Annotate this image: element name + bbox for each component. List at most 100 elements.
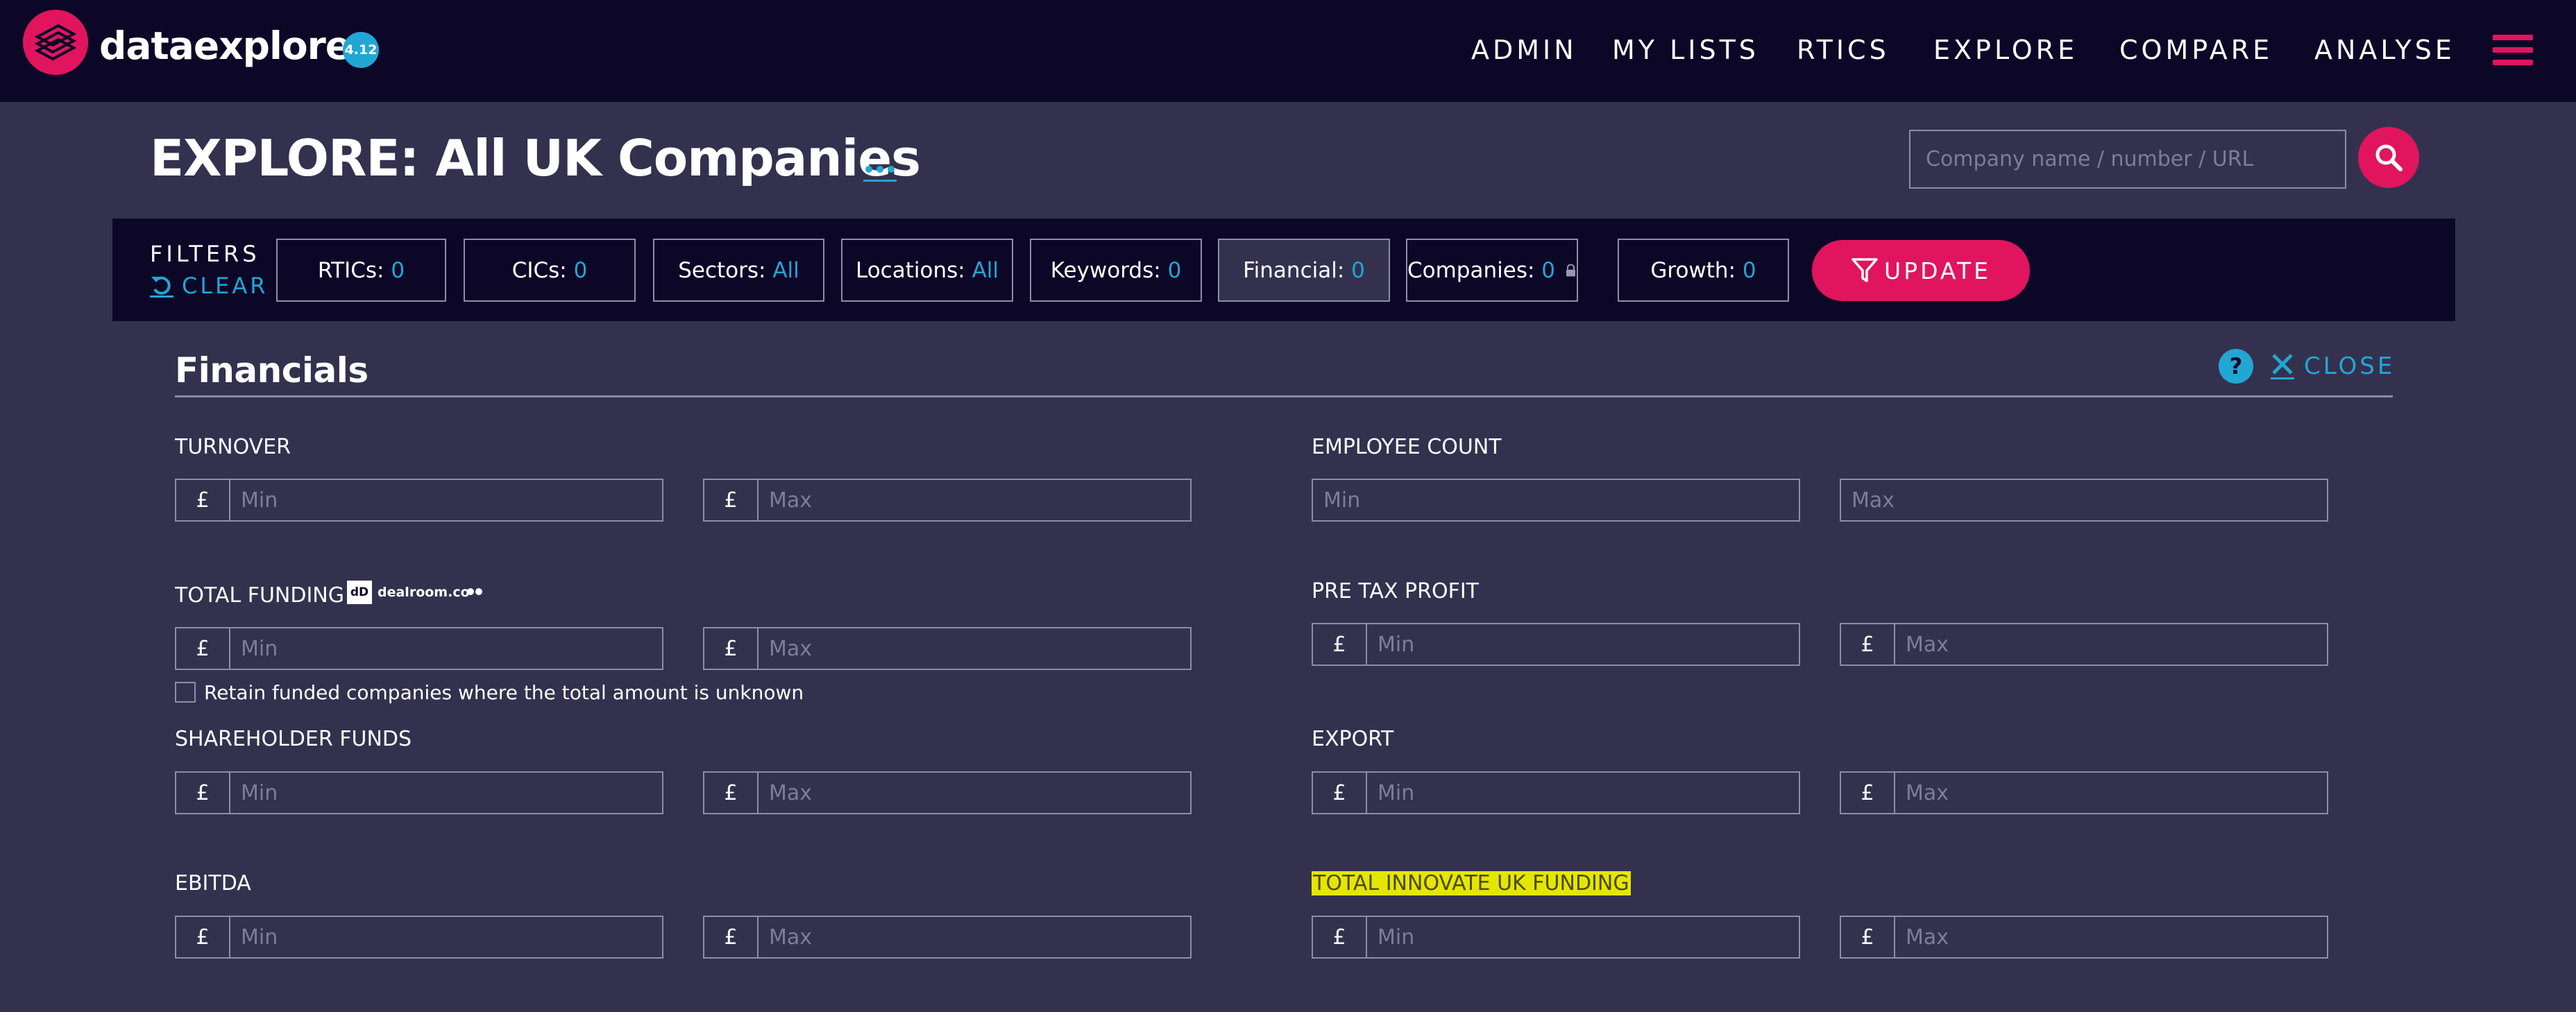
pre-tax-profit-min-input[interactable] [1367,624,1799,664]
clear-filters-link[interactable]: CLEAR [150,272,269,300]
filter-chip-companies[interactable]: Companies: 0 [1406,239,1578,302]
total-funding-max-input[interactable] [759,628,1190,669]
total-funding-min-field[interactable]: £ [175,627,663,670]
currency-prefix: £ [704,773,759,813]
chip-value: All [772,257,799,283]
nav-item-admin[interactable]: ADMIN [1471,35,1577,65]
pre-tax-profit-max-input[interactable] [1895,624,2327,664]
chip-label: Keywords: [1050,257,1161,283]
currency-prefix: £ [1841,624,1895,664]
company-search-input[interactable] [1909,130,2346,189]
update-label: UPDATE [1884,257,1991,284]
dataexplorer-logo-icon[interactable] [22,9,89,76]
chip-value: 0 [1541,257,1556,283]
filter-chip-cics[interactable]: CICs: 0 [464,239,636,302]
turnover-min-input[interactable] [230,480,662,520]
currency-prefix: £ [1313,773,1367,813]
top-navigation-bar: dataexplorer 4.12 ADMIN MY LISTS RTICS E… [0,0,2576,102]
employee-count-min-input[interactable] [1313,480,1799,520]
hamburger-icon[interactable] [2493,35,2533,65]
ellipsis-icon[interactable] [863,155,897,183]
filter-chip-financial[interactable]: Financial: 0 [1218,239,1390,302]
update-button[interactable]: UPDATE [1812,240,2030,301]
innovate-uk-funding-max-input[interactable] [1895,917,2327,957]
currency-prefix: £ [1313,917,1367,957]
turnover-max-input[interactable] [759,480,1190,520]
currency-prefix: £ [704,917,759,957]
version-badge: 4.12 [343,32,379,68]
filter-chip-keywords[interactable]: Keywords: 0 [1030,239,1202,302]
export-max-field[interactable]: £ [1840,771,2328,814]
pre-tax-profit-label: PRE TAX PROFIT [1312,579,1480,603]
close-label: CLOSE [2304,352,2396,380]
employee-count-max-field[interactable] [1840,479,2328,522]
filter-chip-growth[interactable]: Growth: 0 [1618,239,1789,302]
currency-prefix: £ [176,917,230,957]
export-min-field[interactable]: £ [1312,771,1800,814]
turnover-label: TURNOVER [175,435,291,459]
retain-funded-checkbox[interactable] [175,682,196,703]
ebitda-max-field[interactable]: £ [703,916,1192,959]
panel-divider [175,395,2393,397]
retain-funded-label: Retain funded companies where the total … [204,680,804,704]
innovate-uk-funding-min-input[interactable] [1367,917,1799,957]
export-label: EXPORT [1312,727,1394,751]
search-icon [2375,144,2403,171]
dealroom-mark: dD [347,581,372,604]
chip-value: 0 [1167,257,1182,283]
nav-item-my-lists[interactable]: MY LISTS [1612,35,1759,65]
filter-funnel-icon [1852,258,1878,282]
currency-prefix: £ [1841,773,1895,813]
chip-value: 0 [391,257,405,283]
pre-tax-profit-max-field[interactable]: £ [1840,623,2328,666]
lock-icon [1566,264,1576,276]
chip-value: 0 [1351,257,1365,283]
retain-funded-option[interactable]: Retain funded companies where the total … [175,680,804,705]
ebitda-label: EBITDA [175,871,251,895]
page-title: EXPLORE: All UK Companies [150,129,921,187]
brand-name[interactable]: dataexplorer [99,24,369,68]
nav-item-rtics[interactable]: RTICS [1797,35,1890,65]
chip-value: All [972,257,999,283]
shareholder-funds-min-input[interactable] [230,773,662,813]
info-dots-icon[interactable] [466,588,483,596]
employee-count-max-input[interactable] [1841,480,2327,520]
clear-label: CLEAR [182,273,269,299]
nav-item-analyse[interactable]: ANALYSE [2314,35,2455,65]
pre-tax-profit-min-field[interactable]: £ [1312,623,1800,666]
nav-item-compare[interactable]: COMPARE [2119,35,2273,65]
filter-chip-locations[interactable]: Locations: All [841,239,1013,302]
help-icon[interactable]: ? [2219,349,2253,384]
export-min-input[interactable] [1367,773,1799,813]
ebitda-min-input[interactable] [230,917,662,957]
ebitda-max-input[interactable] [759,917,1190,957]
turnover-min-field[interactable]: £ [175,479,663,522]
chip-label: Growth: [1650,257,1736,283]
close-panel-link[interactable]: CLOSE [2271,348,2395,384]
currency-prefix: £ [704,628,759,669]
filter-chip-sectors[interactable]: Sectors: All [653,239,824,302]
innovate-uk-funding-max-field[interactable]: £ [1840,916,2328,959]
chip-label: Financial: [1243,257,1345,283]
dealroom-text: dealroom.co [378,585,470,600]
shareholder-funds-max-input[interactable] [759,773,1190,813]
nav-item-explore[interactable]: EXPLORE [1933,35,2078,65]
filter-chip-rtics[interactable]: RTICs: 0 [276,239,446,302]
chip-label: CICs: [511,257,567,283]
export-max-input[interactable] [1895,773,2327,813]
currency-prefix: £ [704,480,759,520]
employee-count-label: EMPLOYEE COUNT [1312,435,1502,459]
employee-count-min-field[interactable] [1312,479,1800,522]
ebitda-min-field[interactable]: £ [175,916,663,959]
shareholder-funds-label: SHAREHOLDER FUNDS [175,727,412,751]
shareholder-funds-max-field[interactable]: £ [703,771,1192,814]
shareholder-funds-min-field[interactable]: £ [175,771,663,814]
innovate-uk-funding-min-field[interactable]: £ [1312,916,1800,959]
search-button[interactable] [2358,127,2419,188]
chip-label: Sectors: [678,257,766,283]
turnover-max-field[interactable]: £ [703,479,1192,522]
total-funding-min-input[interactable] [230,628,662,669]
total-funding-label: TOTAL FUNDING [175,583,344,608]
total-funding-max-field[interactable]: £ [703,627,1192,670]
chip-label: Locations: [855,257,965,283]
